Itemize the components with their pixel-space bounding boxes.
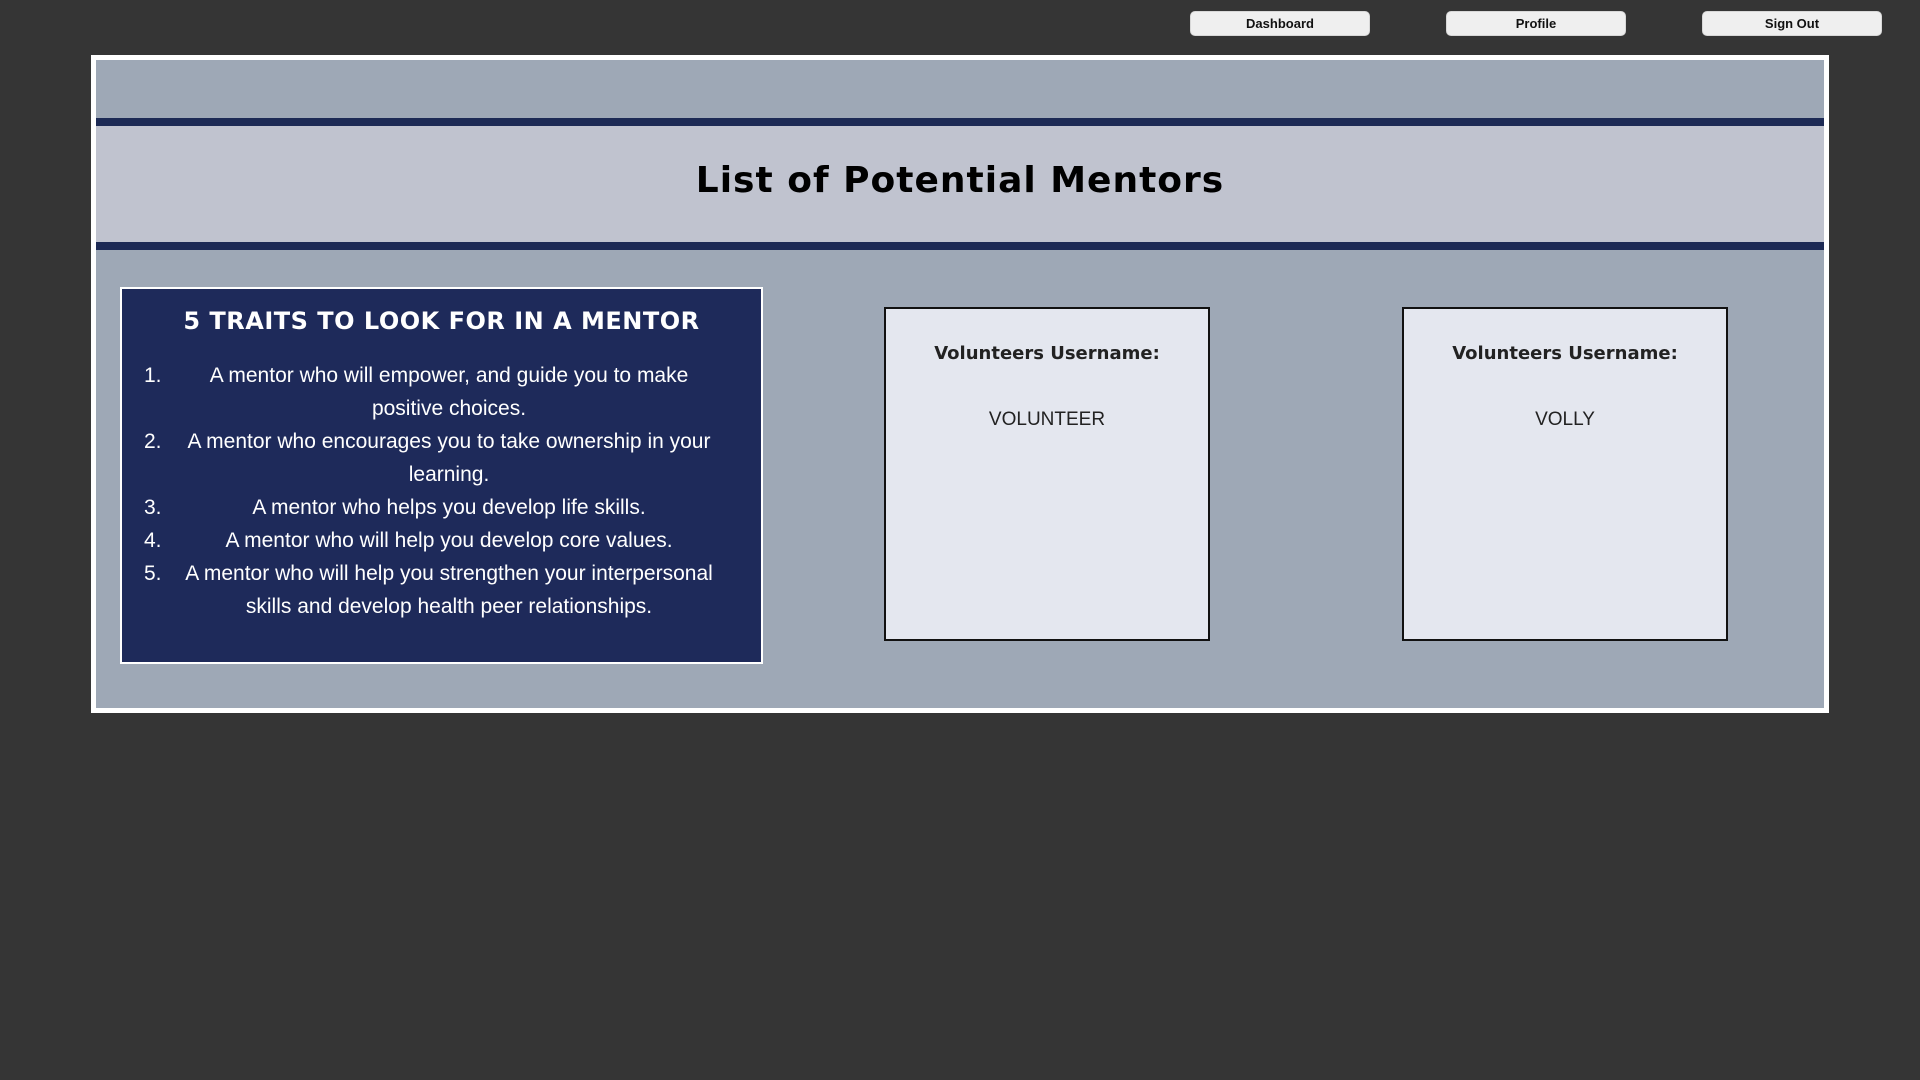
trait-text: A mentor who helps you develop life skil…: [252, 496, 646, 519]
main-panel: List of Potential Mentors 5 TRAITS TO LO…: [91, 55, 1829, 713]
volunteer-username: VOLLY: [1535, 409, 1595, 430]
trait-text: A mentor who will help you develop core …: [225, 529, 673, 552]
profile-button[interactable]: Profile: [1446, 11, 1626, 36]
trait-text: A mentor who encourages you to take owne…: [187, 430, 711, 486]
trait-text: A mentor who will empower, and guide you…: [209, 364, 689, 420]
title-banner: List of Potential Mentors: [96, 118, 1824, 250]
traits-list: 1. A mentor who will empower, and guide …: [144, 359, 724, 623]
trait-number: 5.: [144, 562, 162, 585]
trait-number: 4.: [144, 529, 162, 552]
trait-item: 2. A mentor who encourages you to take o…: [144, 425, 724, 491]
dashboard-button[interactable]: Dashboard: [1190, 11, 1370, 36]
trait-item: 4. A mentor who will help you develop co…: [144, 524, 724, 557]
top-navigation: Dashboard Profile Sign Out: [0, 11, 1920, 37]
page-title: List of Potential Mentors: [695, 160, 1225, 201]
volunteer-username-label: Volunteers Username:: [1452, 343, 1678, 364]
volunteer-username: VOLUNTEER: [988, 409, 1106, 430]
trait-item: 1. A mentor who will empower, and guide …: [144, 359, 724, 425]
traits-heading: 5 TRAITS TO LOOK FOR IN A MENTOR: [183, 307, 700, 335]
trait-text: A mentor who will help you strengthen yo…: [185, 562, 713, 618]
trait-number: 1.: [144, 364, 162, 387]
trait-number: 2.: [144, 430, 162, 453]
trait-item: 5. A mentor who will help you strengthen…: [144, 557, 724, 623]
volunteer-card[interactable]: Volunteers Username: VOLUNTEER: [884, 307, 1210, 641]
volunteer-username-label: Volunteers Username:: [934, 343, 1160, 364]
sign-out-button[interactable]: Sign Out: [1702, 11, 1882, 36]
trait-item: 3. A mentor who helps you develop life s…: [144, 491, 724, 524]
mentor-traits-box: 5 TRAITS TO LOOK FOR IN A MENTOR 1. A me…: [120, 287, 763, 664]
trait-number: 3.: [144, 496, 162, 519]
volunteer-card[interactable]: Volunteers Username: VOLLY: [1402, 307, 1728, 641]
